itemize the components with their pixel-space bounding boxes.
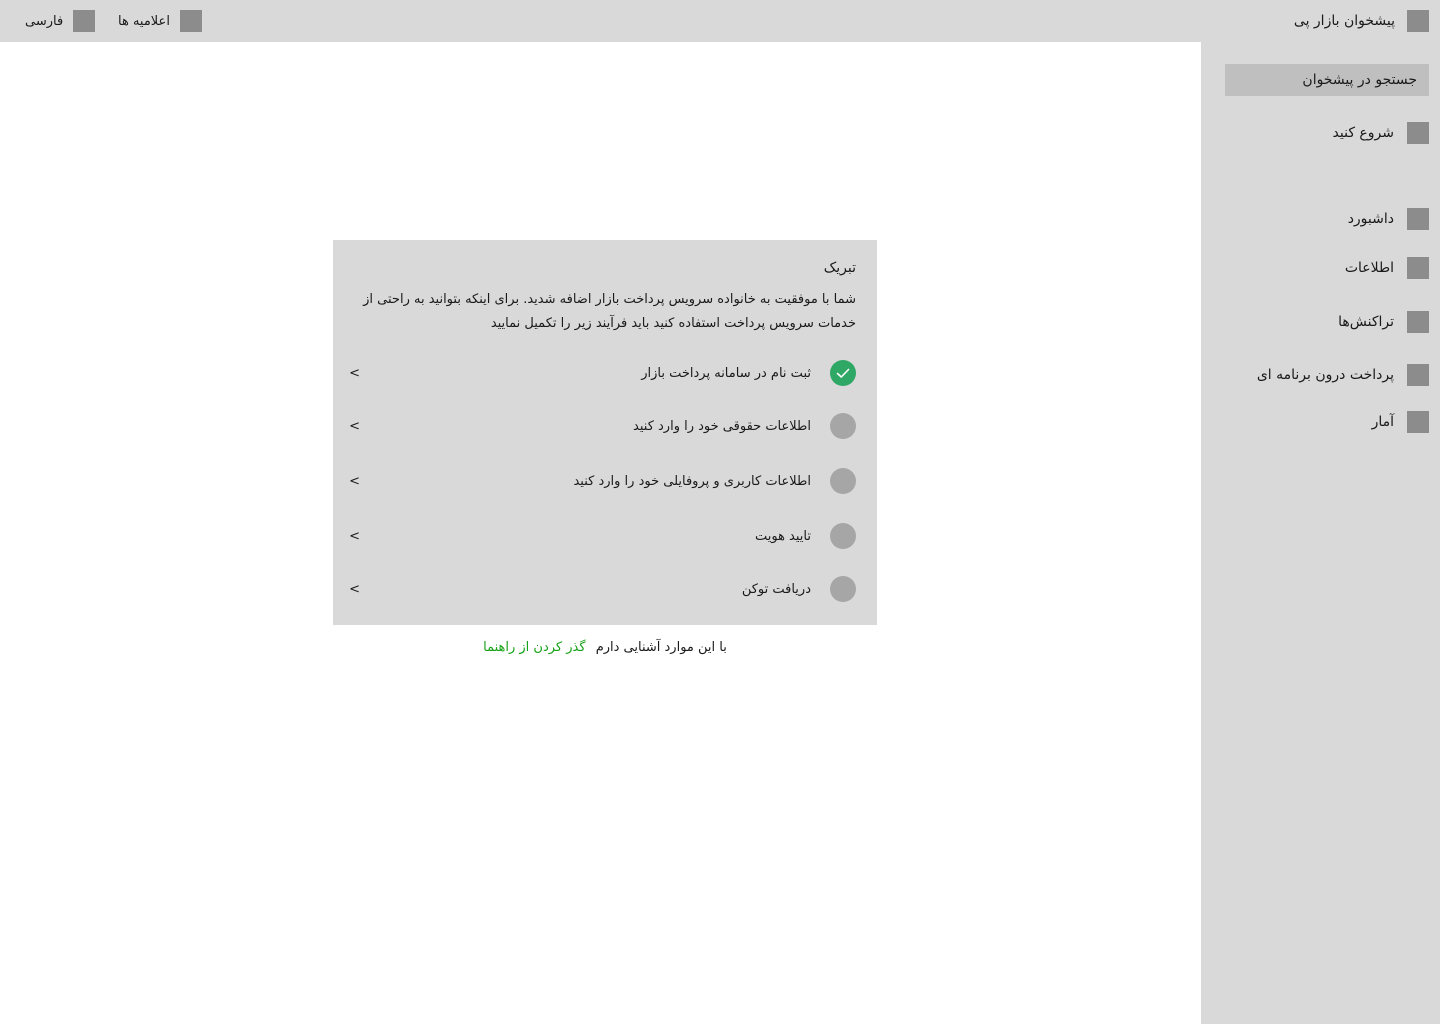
step-label: دریافت توکن xyxy=(741,581,811,597)
step-get-token[interactable]: دریافت توکن > xyxy=(349,576,856,602)
step-identity-verification[interactable]: تایید هویت > xyxy=(349,523,856,549)
step-status-circle xyxy=(830,468,856,494)
check-icon xyxy=(836,368,850,378)
familiar-text: با این موارد آشنایی دارم xyxy=(595,640,727,655)
step-label: اطلاعات کاربری و پروفایلی خود را وارد کن… xyxy=(573,473,811,489)
sidebar-item-information[interactable]: اطلاعات xyxy=(1225,257,1429,279)
announcements-label: اعلامیه ها xyxy=(118,13,170,29)
step-label: تایید هویت xyxy=(754,528,811,544)
statistics-icon xyxy=(1407,411,1429,433)
step-status-circle xyxy=(830,413,856,439)
chevron-icon: > xyxy=(349,473,360,489)
chevron-icon: > xyxy=(349,528,360,544)
step-label: ثبت نام در سامانه پرداخت بازار xyxy=(641,365,811,381)
in-app-payment-icon xyxy=(1407,364,1429,386)
brand-title: پیشخوان بازار پی xyxy=(1293,13,1395,29)
sidebar-item-dashboard[interactable]: داشبورد xyxy=(1225,208,1429,230)
step-status-circle xyxy=(830,523,856,549)
onboarding-card: تبریک شما با موفقیت به خانواده سرویس پرد… xyxy=(333,240,877,625)
sidebar-item-transactions[interactable]: تراکنش‌ها xyxy=(1225,311,1429,333)
transactions-icon xyxy=(1407,311,1429,333)
card-title: تبریک xyxy=(823,260,856,276)
sidebar-item-statistics[interactable]: آمار xyxy=(1225,411,1429,433)
chevron-icon: > xyxy=(349,581,360,597)
get-started-icon xyxy=(1407,122,1429,144)
step-register[interactable]: ثبت نام در سامانه پرداخت بازار > xyxy=(349,360,856,386)
step-profile-info[interactable]: اطلاعات کاربری و پروفایلی خود را وارد کن… xyxy=(349,468,856,494)
step-status-circle xyxy=(830,360,856,386)
top-bar: پیشخوان بازار پی اعلامیه ها فارسی xyxy=(0,0,1440,42)
sidebar-item-label: اطلاعات xyxy=(1344,260,1394,276)
language-icon xyxy=(73,10,96,32)
sidebar-item-label: تراکنش‌ها xyxy=(1338,314,1394,330)
language-selector[interactable]: فارسی xyxy=(25,10,96,32)
skip-guide-link[interactable]: گذر کردن از راهنما xyxy=(483,640,585,655)
sidebar-item-label: آمار xyxy=(1371,414,1394,430)
step-label: اطلاعات حقوقی خود را وارد کنید xyxy=(633,418,811,434)
information-icon xyxy=(1407,257,1429,279)
dashboard-icon xyxy=(1407,208,1429,230)
card-description: شما با موفقیت به خانواده سرویس پرداخت با… xyxy=(363,292,856,331)
announcements-icon xyxy=(179,10,202,32)
sidebar-item-get-started[interactable]: شروع کنید xyxy=(1225,122,1429,144)
sidebar-item-in-app-payment[interactable]: پرداخت درون برنامه ای xyxy=(1225,364,1429,386)
brand[interactable]: پیشخوان بازار پی xyxy=(1294,10,1429,32)
chevron-icon: > xyxy=(349,365,360,381)
sidebar-search[interactable]: جستجو در پیشخوان xyxy=(1225,64,1429,96)
sidebar-item-label: پرداخت درون برنامه ای xyxy=(1256,367,1394,383)
sidebar-item-label: داشبورد xyxy=(1347,211,1394,227)
logo-icon xyxy=(1407,10,1429,32)
sidebar-item-label: شروع کنید xyxy=(1332,125,1394,141)
skip-guide-row: با این موارد آشنایی دارم گذر کردن از راه… xyxy=(333,640,877,655)
sidebar: جستجو در پیشخوان شروع کنید داشبورد اطلاع… xyxy=(1201,42,1440,1024)
chevron-icon: > xyxy=(349,418,360,434)
language-label: فارسی xyxy=(25,13,64,29)
step-legal-info[interactable]: اطلاعات حقوقی خود را وارد کنید > xyxy=(349,413,856,439)
announcements-button[interactable]: اعلامیه ها xyxy=(118,10,202,32)
step-status-circle xyxy=(830,576,856,602)
